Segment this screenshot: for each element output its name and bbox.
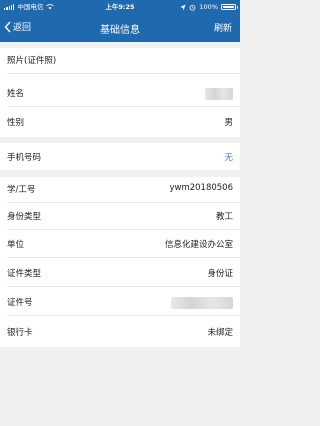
bank-card-label: 银行卡	[7, 328, 33, 338]
phone-value[interactable]: 无	[224, 151, 233, 163]
id-number-value-redacted	[171, 297, 233, 309]
identity-type-value: 教工	[215, 212, 233, 222]
id-type-value: 身份证	[207, 269, 233, 279]
divider	[7, 286, 240, 287]
personal-info-section: 照片(证件照) 姓名 性别 男	[0, 48, 240, 137]
divider	[7, 315, 240, 316]
location-icon	[180, 4, 186, 10]
student-id-label: 学/工号	[7, 185, 36, 195]
unit-value: 信息化建设办公室	[164, 240, 233, 250]
student-id-row: 学/工号 ywm20180506	[0, 177, 240, 201]
identity-type-row: 身份类型 教工	[0, 204, 240, 228]
phone-row[interactable]: 手机号码 无	[0, 145, 240, 169]
id-type-row: 证件类型 身份证	[0, 261, 240, 285]
divider	[7, 106, 240, 107]
id-number-label: 证件号	[7, 298, 33, 308]
gender-value: 男	[224, 118, 233, 128]
gender-row: 性别 男	[0, 110, 240, 134]
id-type-label: 证件类型	[7, 269, 42, 279]
contact-section: 手机号码 无	[0, 143, 240, 170]
battery-icon	[221, 4, 238, 10]
page-title: 基础信息	[100, 25, 140, 36]
status-right: 100%	[180, 2, 238, 12]
status-bar: 中国电信 上午9:25 100%	[0, 2, 240, 12]
bank-card-value: 未绑定	[207, 328, 233, 338]
unit-row: 单位 信息化建设办公室	[0, 232, 240, 256]
photo-row[interactable]: 照片(证件照)	[0, 48, 240, 72]
alarm-icon	[190, 4, 196, 11]
divider	[7, 229, 240, 230]
nav-bar: 返回 基础信息 刷新	[0, 17, 240, 39]
identity-type-label: 身份类型	[7, 212, 42, 222]
phone-label: 手机号码	[7, 153, 42, 163]
refresh-button[interactable]: 刷新	[214, 21, 232, 34]
name-value-redacted	[205, 88, 233, 100]
app-header: 中国电信 上午9:25 100% 返回 基础信息 刷新	[0, 0, 240, 42]
identity-section: 学/工号 ywm20180506 身份类型 教工 单位 信息化建设办公室 证件类…	[0, 177, 240, 347]
divider	[7, 73, 240, 74]
id-number-row: 证件号	[0, 290, 240, 314]
divider	[7, 202, 240, 203]
battery-percent: 100%	[199, 3, 218, 11]
gender-label: 性别	[7, 118, 25, 128]
name-label: 姓名	[7, 89, 25, 99]
name-row: 姓名	[0, 81, 240, 105]
student-id-value: ywm20180506	[169, 183, 233, 193]
divider	[7, 257, 240, 258]
bank-card-row[interactable]: 银行卡 未绑定	[0, 320, 240, 344]
photo-label: 照片(证件照)	[7, 56, 57, 66]
unit-label: 单位	[7, 240, 25, 250]
